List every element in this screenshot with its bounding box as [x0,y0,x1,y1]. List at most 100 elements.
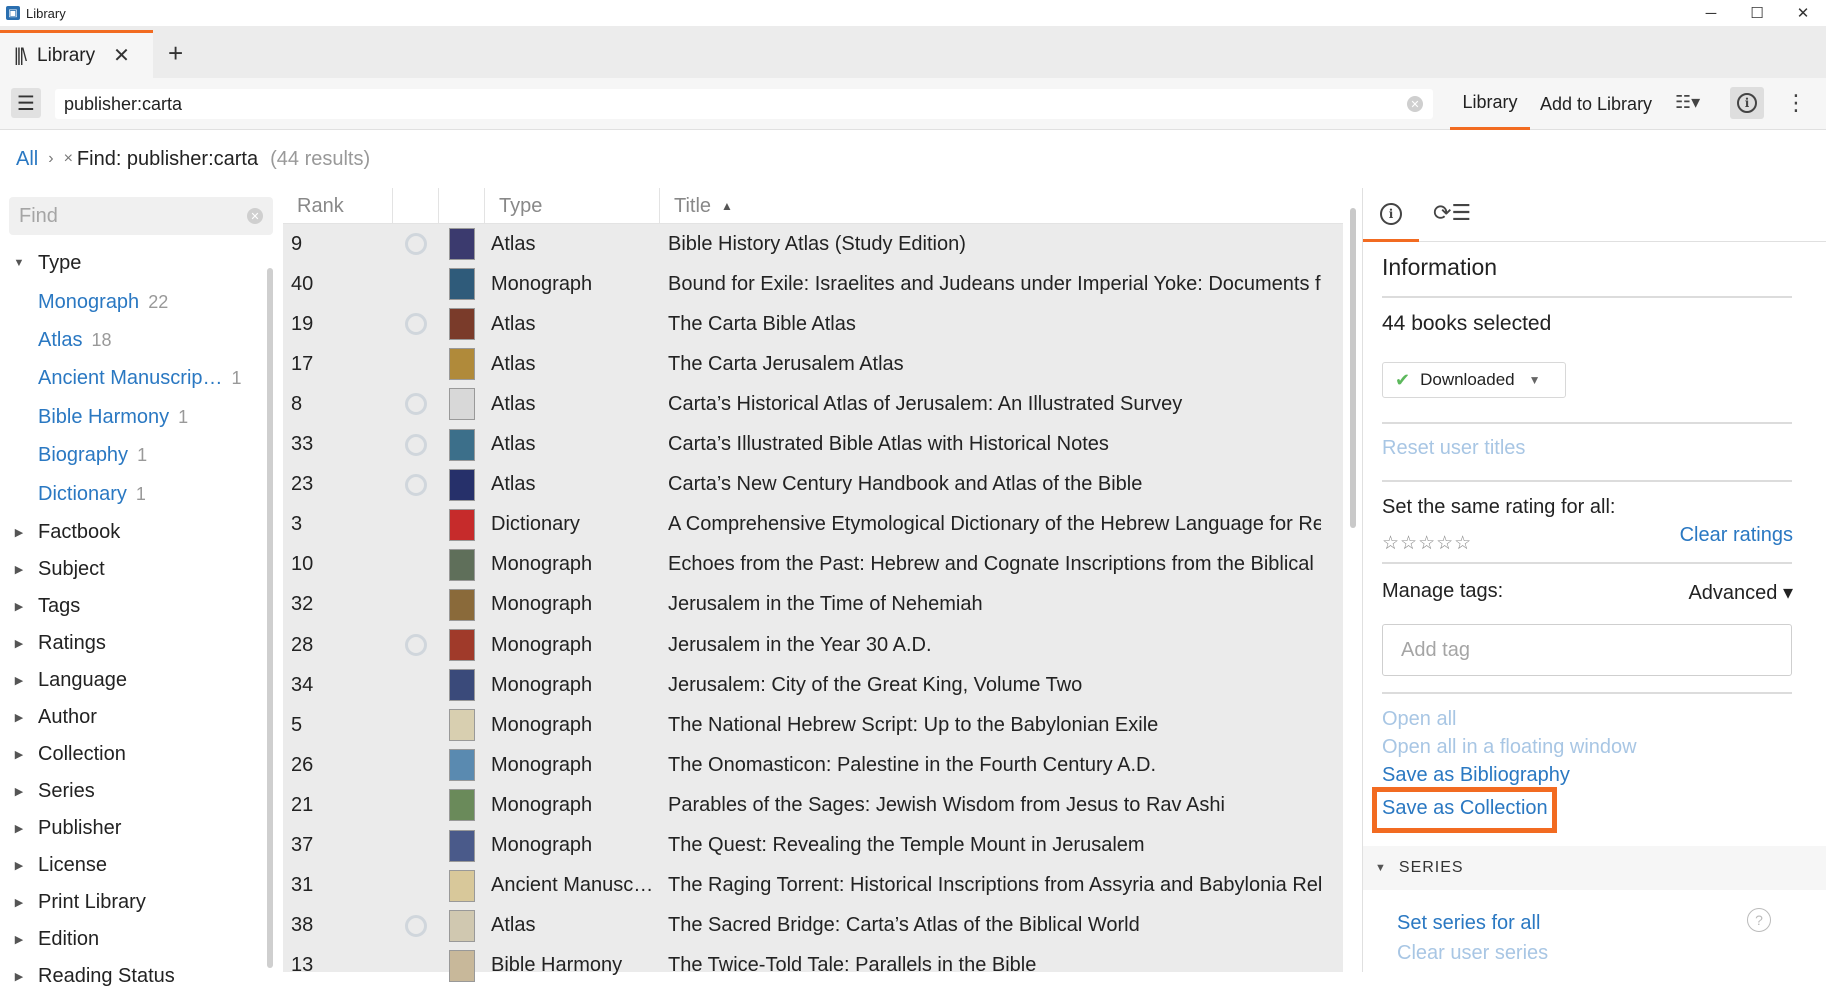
facet-edition[interactable]: ▶ Edition [0,922,99,956]
table-row[interactable]: 21 Monograph Parables of the Sages: Jewish… [283,785,1343,825]
add-tab-button[interactable]: + [168,40,183,66]
save-as-collection-link[interactable]: Save as Collection [1382,797,1548,820]
cell-title: Carta’s Illustrated Bible Atlas with His… [668,433,1109,455]
tab-library-view[interactable]: Library [1450,78,1530,130]
close-window-icon[interactable]: ✕ [1780,0,1826,26]
table-row[interactable]: 19 Atlas The Carta Bible Atlas [283,304,1343,344]
tab-library[interactable]: |||\ Library ✕ [0,30,153,78]
facet-value-biography[interactable]: Biography 1 [38,437,147,473]
sync-icon[interactable]: ⟳☰ [1433,200,1471,226]
table-row[interactable]: 38 Atlas The Sacred Bridge: Carta’s Atlas … [283,906,1343,946]
collapsed-arrow-icon: ▶ [14,822,24,835]
table-row[interactable]: 40 Monograph Bound for Exile: Israelites a… [283,264,1343,304]
facet-value-dictionary[interactable]: Dictionary 1 [38,476,146,512]
help-icon[interactable]: ? [1747,908,1771,932]
clear-search-icon[interactable]: ✕ [1407,96,1423,112]
sidebar-scrollbar[interactable] [267,268,273,968]
column-cover[interactable] [439,188,485,224]
table-row[interactable]: 31 Ancient Manusc… The Raging Torrent: His… [283,866,1343,906]
facet-value-count: 1 [137,444,148,465]
table-row[interactable]: 5 Monograph The National Hebrew Script: Up… [283,705,1343,745]
table-row[interactable]: 10 Monograph Echoes from the Past: Hebrew … [283,545,1343,585]
breadcrumb-all-link[interactable]: All [16,148,38,171]
tab-information[interactable]: i [1363,188,1419,242]
facet-label: Publisher [38,816,122,839]
column-title[interactable]: Title ▲ [660,188,1343,224]
facet-value-atlas[interactable]: Atlas 18 [38,322,112,358]
clear-user-series-link[interactable]: Clear user series [1397,942,1548,965]
book-cover-thumbnail [449,709,475,742]
manage-tags-label: Manage tags: [1382,580,1504,602]
facet-factbook[interactable]: ▶ Factbook [0,515,121,549]
maximize-icon[interactable]: ☐ [1734,0,1780,26]
advanced-dropdown[interactable]: Advanced ▾ [1688,580,1793,605]
reset-user-titles-link[interactable]: Reset user titles [1382,437,1525,460]
tab-add-to-library[interactable]: Add to Library [1540,78,1652,130]
cell-title: The Carta Jerusalem Atlas [668,352,904,375]
table-row[interactable]: 13 Bible Harmony The Twice-Told Tale: Para… [283,946,1343,986]
column-progress[interactable] [393,188,439,224]
table-row[interactable]: 33 Atlas Carta’s Illustrated Bible Atlas w… [283,425,1343,465]
facet-subject[interactable]: ▶ Subject [0,552,105,586]
facet-label: Series [38,779,95,802]
add-tag-input[interactable]: Add tag [1382,624,1792,676]
table-row[interactable]: 32 Monograph Jerusalem in the Time of Nehe… [283,585,1343,625]
facet-series[interactable]: ▶ Series [0,774,95,808]
table-scrollbar-thumb[interactable] [1350,208,1356,528]
info-panel-button[interactable]: i [1730,87,1764,119]
set-series-link[interactable]: Set series for all [1397,912,1540,935]
table-row[interactable]: 9 Atlas Bible History Atlas (Study Edition… [283,224,1343,264]
facet-language[interactable]: ▶ Language [0,663,127,697]
facet-value-bible-harmony[interactable]: Bible Harmony 1 [38,399,188,435]
table-row[interactable]: 26 Monograph The Onomasticon: Palestine in… [283,745,1343,785]
open-all-floating-link[interactable]: Open all in a floating window [1382,736,1637,759]
save-as-bibliography-link[interactable]: Save as Bibliography [1382,764,1570,787]
downloaded-dropdown[interactable]: ✔ Downloaded ▼ [1382,362,1566,398]
facet-license[interactable]: ▶ License [0,848,107,882]
book-cover-thumbnail [449,548,475,581]
table-row[interactable]: 8 Atlas Carta’s Historical Atlas of Jerusa… [283,384,1343,424]
table-row[interactable]: 34 Monograph Jerusalem: City of the Great … [283,665,1343,705]
remove-filter-icon[interactable]: × [64,150,73,168]
table-row[interactable]: 28 Monograph Jerusalem in the Year 30 A.D. [283,625,1343,665]
close-tab-icon[interactable]: ✕ [113,43,130,68]
table-scrollbar[interactable] [1345,188,1361,972]
menu-button[interactable]: ☰ [11,88,41,118]
facet-author[interactable]: ▶ Author [0,700,97,734]
table-row[interactable]: 37 Monograph The Quest: Revealing the Temp… [283,826,1343,866]
facet-value-ancient-manuscript[interactable]: Ancient Manuscrip… 1 [38,360,242,396]
clear-find-icon[interactable]: ✕ [247,208,263,224]
book-cover-thumbnail [449,588,475,621]
star-rating-input[interactable]: ☆☆☆☆☆ [1382,532,1472,555]
column-rank[interactable]: Rank [283,188,393,224]
open-all-link[interactable]: Open all [1382,708,1457,731]
facet-value-monograph[interactable]: Monograph 22 [38,284,168,320]
cell-rank: 34 [291,673,314,696]
facet-collection[interactable]: ▶ Collection [0,737,126,771]
chevron-down-icon: ▼ [1528,373,1541,387]
more-options-icon[interactable]: ⋮ [1785,88,1807,118]
facet-publisher[interactable]: ▶ Publisher [0,811,122,845]
reading-progress-icon [405,473,427,496]
panel-tabs: i ⟳☰ [1363,188,1826,242]
facet-print-library[interactable]: ▶ Print Library [0,885,146,919]
book-cover-thumbnail [449,268,475,301]
table-row[interactable]: 3 Dictionary A Comprehensive Etymological … [283,505,1343,545]
column-type[interactable]: Type [485,188,660,224]
table-row[interactable]: 23 Atlas Carta’s New Century Handbook and … [283,465,1343,505]
view-mode-icon[interactable]: ☷▾ [1675,92,1700,113]
minimize-icon[interactable]: ─ [1688,0,1734,26]
clear-ratings-link[interactable]: Clear ratings [1680,524,1793,547]
series-section-header[interactable]: ▼ SERIES [1363,846,1826,890]
table-header: Rank Type Title ▲ [283,188,1343,224]
collapsed-arrow-icon: ▶ [14,563,24,576]
filter-find-input[interactable]: Find ✕ [9,197,273,235]
facet-reading-status[interactable]: ▶ Reading Status [0,959,175,993]
cell-rank: 10 [291,553,314,576]
table-row[interactable]: 17 Atlas The Carta Jerusalem Atlas [283,344,1343,384]
search-input[interactable]: publisher:carta ✕ [55,89,1433,119]
facet-type[interactable]: ▼ Type [0,246,82,280]
facet-tags[interactable]: ▶ Tags [0,589,80,623]
facet-ratings[interactable]: ▶ Ratings [0,626,106,660]
cell-title: The Raging Torrent: Historical Inscripti… [668,874,1321,897]
